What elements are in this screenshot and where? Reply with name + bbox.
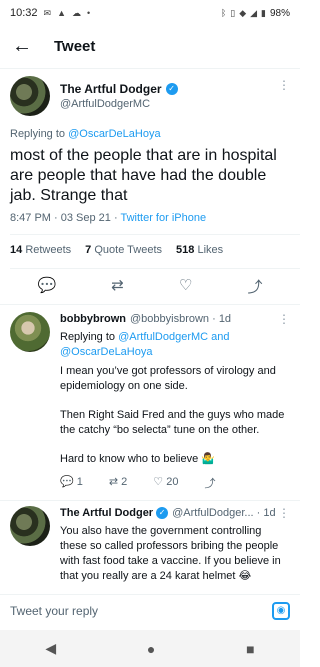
- like-icon[interactable]: ♡: [179, 276, 192, 297]
- warning-icon: ▲: [57, 8, 66, 18]
- like-icon[interactable]: ♡ 20: [153, 475, 178, 491]
- avatar[interactable]: [10, 312, 50, 352]
- camera-icon[interactable]: ◉: [272, 601, 290, 620]
- back-nav-icon[interactable]: ◀: [45, 640, 56, 657]
- wifi-icon: ◆: [239, 7, 247, 18]
- divider: [0, 500, 300, 501]
- reply-author-handle[interactable]: @bobbyisbrown · 1d: [130, 313, 231, 325]
- reply-mention-link[interactable]: @OscarDeLaHoya: [68, 128, 160, 140]
- reply-tweet[interactable]: bobbybrown @bobbyisbrown · 1d ⋮ Replying…: [0, 312, 300, 491]
- header: ← Tweet: [0, 26, 300, 66]
- bluetooth-icon: ᛒ: [220, 8, 227, 18]
- recents-nav-icon[interactable]: ■: [246, 641, 254, 657]
- reply-text: You also have the government controlling…: [60, 525, 281, 582]
- system-nav-bar: ◀ ● ■: [0, 630, 300, 667]
- replying-to: Replying to @ArtfulDodgerMC and @OscarDe…: [60, 331, 230, 358]
- cloud-icon: ☁: [72, 7, 81, 18]
- home-nav-icon[interactable]: ●: [147, 641, 155, 657]
- mail-icon: ✉: [43, 7, 52, 18]
- battery-icon: ▮: [261, 7, 266, 18]
- quote-tweets-stat[interactable]: 7 Quote Tweets: [85, 244, 162, 256]
- replying-to: Replying to @OscarDeLaHoya: [10, 128, 161, 140]
- reply-author-name[interactable]: The Artful Dodger: [60, 507, 153, 519]
- divider: [10, 268, 300, 269]
- reply-actions: 💬 1 ⇄ 2 ♡ 20 ⤴: [60, 475, 290, 491]
- retweets-stat[interactable]: 14 Retweets: [10, 244, 71, 256]
- reply-input[interactable]: [10, 603, 272, 618]
- status-bar: 10:32 ✉ ▲ ☁ • ᛒ ▯ ◆ ◢ ▮ 98%: [0, 0, 300, 26]
- reply-text: I mean you’ve got professors of virology…: [60, 365, 285, 465]
- reply-tweet[interactable]: The Artful Dodger ✓ @ArtfulDodger... · 1…: [0, 506, 300, 584]
- retweet-icon[interactable]: ⇄ 2: [109, 475, 127, 491]
- battery-level: 98%: [269, 7, 290, 19]
- share-icon[interactable]: ⤴: [247, 276, 262, 297]
- divider: [0, 304, 300, 305]
- more-options-icon[interactable]: ⋮: [278, 78, 290, 92]
- likes-stat[interactable]: 518 Likes: [176, 244, 223, 256]
- reply-icon[interactable]: 💬: [38, 276, 57, 297]
- share-icon[interactable]: ⤴: [204, 475, 215, 491]
- avatar[interactable]: [10, 506, 50, 546]
- author-handle[interactable]: @ArtfulDodgerMC: [60, 98, 278, 110]
- tweet-timestamp: 8:47 PM · 03 Sep 21 · Twitter for iPhone: [10, 212, 207, 224]
- divider: [10, 234, 300, 235]
- vibrate-icon: ▯: [230, 7, 236, 18]
- reply-icon[interactable]: 💬 1: [60, 475, 83, 491]
- retweet-icon[interactable]: ⇄: [111, 276, 124, 297]
- compose-bar: ◉: [0, 594, 300, 626]
- verified-icon: ✓: [156, 507, 169, 519]
- page-title: Tweet: [54, 37, 96, 55]
- main-tweet: The Artful Dodger ✓ @ArtfulDodgerMC ⋮ Re…: [0, 72, 300, 224]
- back-arrow-icon[interactable]: ←: [12, 35, 42, 58]
- clock: 10:32: [10, 7, 38, 19]
- more-options-icon[interactable]: ⋮: [278, 312, 290, 326]
- tweet-text: most of the people that are in hospital …: [10, 147, 277, 204]
- reply-author-handle[interactable]: @ArtfulDodger... · 1d: [172, 507, 276, 519]
- avatar[interactable]: [10, 76, 50, 116]
- reply-author-name[interactable]: bobbybrown: [60, 313, 126, 325]
- tweet-actions: 💬 ⇄ ♡ ⤴: [0, 276, 300, 297]
- verified-icon: ✓: [165, 83, 178, 95]
- more-options-icon[interactable]: ⋮: [278, 506, 290, 520]
- dot-icon: •: [87, 8, 91, 18]
- author-name[interactable]: The Artful Dodger ✓: [60, 82, 278, 96]
- signal-icon: ◢: [250, 7, 258, 18]
- divider: [0, 68, 300, 69]
- client-link[interactable]: Twitter for iPhone: [120, 212, 206, 224]
- tweet-stats: 14 Retweets 7 Quote Tweets 518 Likes: [10, 244, 223, 256]
